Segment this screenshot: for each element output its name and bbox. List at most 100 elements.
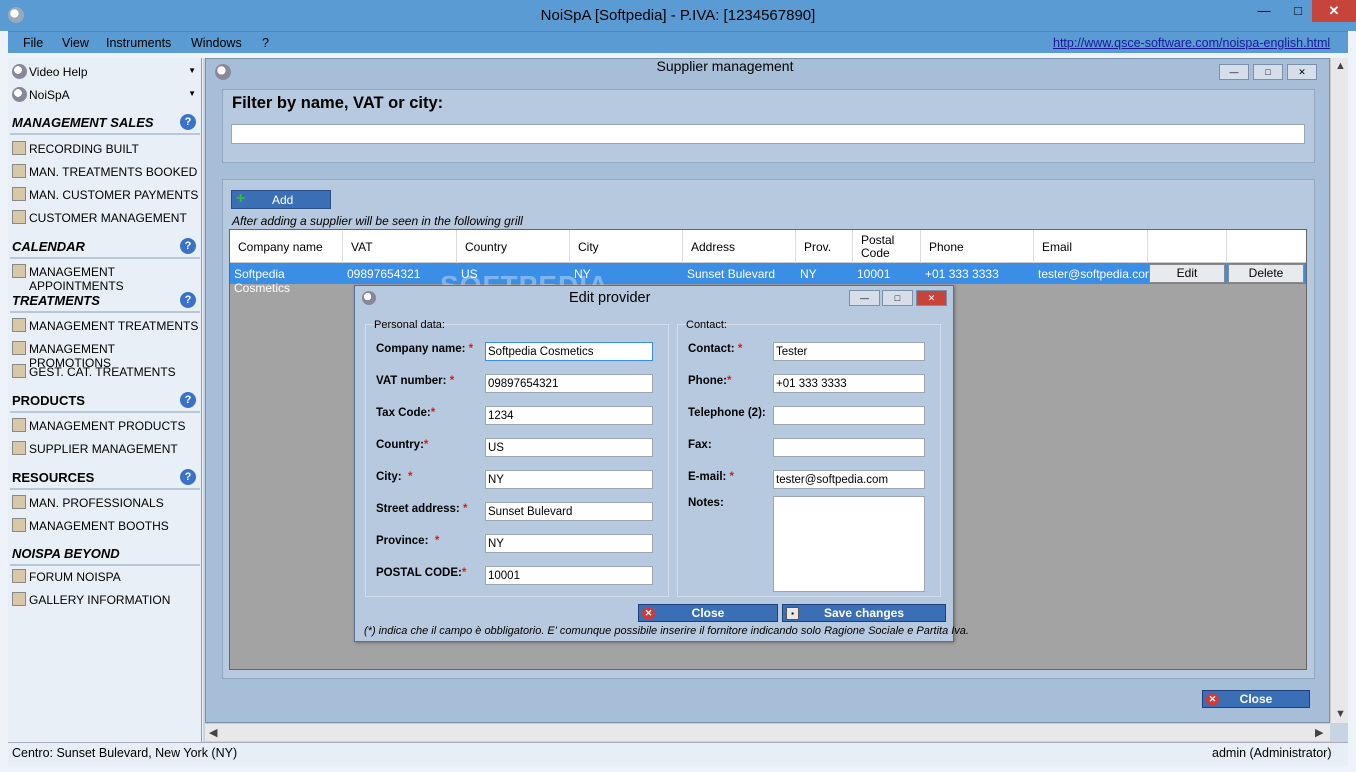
- professional-icon: [12, 495, 26, 509]
- tax-code-field[interactable]: 1234: [485, 406, 653, 425]
- scroll-left-icon[interactable]: ◀: [209, 726, 217, 739]
- scroll-down-icon[interactable]: ▼: [1335, 708, 1346, 720]
- status-user: admin (Administrator): [1212, 746, 1332, 760]
- city-label: City: *: [376, 471, 413, 483]
- sidebar-item-management-treatments[interactable]: MANAGEMENT TREATMENTS: [12, 316, 200, 336]
- vertical-scrollbar[interactable]: ▲ ▼: [1330, 58, 1348, 723]
- telephone2-field[interactable]: [773, 406, 925, 425]
- col-city[interactable]: City: [570, 230, 683, 263]
- section-treatments: TREATMENTS ?: [10, 289, 200, 313]
- col-province[interactable]: Prov.: [796, 230, 853, 263]
- video-help-dropdown[interactable]: Video Help ▼: [12, 62, 200, 82]
- register-icon: [12, 141, 26, 155]
- company-name-field[interactable]: Softpedia Cosmetics: [485, 342, 653, 361]
- street-address-field[interactable]: Sunset Bulevard: [485, 502, 653, 521]
- cell-postal: 10001: [857, 267, 891, 281]
- phone-label: Phone:*: [688, 375, 732, 387]
- col-country[interactable]: Country: [457, 230, 570, 263]
- col-email[interactable]: Email: [1034, 230, 1148, 263]
- scroll-right-icon[interactable]: ▶: [1315, 726, 1323, 739]
- section-products: PRODUCTS ?: [10, 389, 200, 413]
- sidebar-item-management-promotions[interactable]: MANAGEMENT PROMOTIONS: [12, 339, 200, 370]
- menu-view[interactable]: View: [62, 36, 89, 50]
- sidebar-item-management-products[interactable]: MANAGEMENT PRODUCTS: [12, 416, 200, 436]
- child-close-button[interactable]: ✕: [1287, 64, 1317, 80]
- sidebar-item-management-booths[interactable]: MANAGEMENT BOOTHS: [12, 516, 200, 536]
- sidebar-item-professionals[interactable]: MAN. PROFESSIONALS: [12, 493, 200, 513]
- notes-textarea[interactable]: [773, 496, 925, 592]
- menu-file[interactable]: File: [23, 36, 43, 50]
- child-minimize-button[interactable]: —: [1219, 64, 1249, 80]
- contact-title: Contact:: [686, 319, 727, 331]
- country-field[interactable]: US: [485, 438, 653, 457]
- menu-instruments[interactable]: Instruments: [106, 36, 171, 50]
- menu-help[interactable]: ?: [262, 36, 269, 50]
- personal-data-title: Personal data:: [374, 319, 445, 331]
- menu-windows[interactable]: Windows: [191, 36, 242, 50]
- maximize-button[interactable]: □: [1284, 0, 1312, 22]
- add-supplier-button[interactable]: + Add: [231, 190, 331, 209]
- megaphone-icon: [12, 341, 26, 355]
- vat-number-label: VAT number: *: [376, 375, 455, 387]
- dialog-close-action-button[interactable]: ✕ Close: [638, 604, 778, 622]
- filter-input[interactable]: [231, 124, 1305, 144]
- scroll-up-icon[interactable]: ▲: [1335, 60, 1346, 72]
- help-icon[interactable]: ?: [180, 292, 196, 308]
- minimize-button[interactable]: —: [1244, 0, 1284, 22]
- money-bag-icon: [12, 187, 26, 201]
- vat-number-field[interactable]: 09897654321: [485, 374, 653, 393]
- sidebar-item-treatments-booked[interactable]: MAN. TREATMENTS BOOKED: [12, 162, 200, 182]
- dialog-title: Edit provider: [569, 290, 651, 306]
- contact-label: Contact: *: [688, 343, 743, 355]
- heart-icon: [12, 569, 26, 583]
- sidebar-item-forum-noispa[interactable]: FORUM NOISPA: [12, 567, 200, 587]
- sidebar-item-management-appointments[interactable]: MANAGEMENT APPOINTMENTS: [12, 262, 200, 293]
- dialog-close-button[interactable]: ✕: [916, 290, 947, 306]
- plus-icon: +: [236, 190, 246, 207]
- sidebar-item-customer-management[interactable]: CUSTOMER MANAGEMENT: [12, 208, 200, 228]
- postal-code-field[interactable]: 10001: [485, 566, 653, 585]
- cell-province: NY: [800, 267, 817, 281]
- child-titlebar: Supplier management — □ ✕: [205, 58, 1330, 86]
- help-icon[interactable]: ?: [180, 238, 196, 254]
- supplier-icon: [12, 441, 26, 455]
- sidebar-item-gallery-information[interactable]: GALLERY INFORMATION: [12, 590, 200, 610]
- dialog-maximize-button[interactable]: □: [882, 290, 913, 306]
- edit-button[interactable]: Edit: [1149, 264, 1225, 283]
- horizontal-scrollbar[interactable]: ◀ ▶: [205, 723, 1330, 741]
- province-field[interactable]: NY: [485, 534, 653, 553]
- noispa-icon: [12, 87, 27, 102]
- col-address[interactable]: Address: [683, 230, 796, 263]
- user-icon: [12, 210, 26, 224]
- email-field[interactable]: tester@softpedia.com: [773, 470, 925, 489]
- col-company-name[interactable]: Company name: [230, 230, 343, 263]
- noispa-dropdown[interactable]: NoiSpA ▼: [12, 85, 200, 105]
- help-icon[interactable]: ?: [180, 114, 196, 130]
- street-address-label: Street address: *: [376, 503, 468, 515]
- child-maximize-button[interactable]: □: [1253, 64, 1283, 80]
- cell-email: tester@softpedia.com: [1038, 267, 1155, 281]
- col-phone[interactable]: Phone: [921, 230, 1034, 263]
- dialog-minimize-button[interactable]: —: [849, 290, 880, 306]
- close-supplier-window-button[interactable]: ✕ Close: [1202, 690, 1310, 708]
- section-calendar: CALENDAR ?: [10, 235, 200, 259]
- sidebar-item-supplier-management[interactable]: SUPPLIER MANAGEMENT: [12, 439, 200, 459]
- fax-field[interactable]: [773, 438, 925, 457]
- help-icon[interactable]: ?: [180, 392, 196, 408]
- sidebar-item-recording-built[interactable]: RECORDING BUILT: [12, 139, 200, 159]
- city-field[interactable]: NY: [485, 470, 653, 489]
- website-link[interactable]: http://www.qsce-software.com/noispa-engl…: [1053, 36, 1330, 50]
- close-window-button[interactable]: ✕: [1312, 0, 1356, 22]
- phone-field[interactable]: +01 333 3333: [773, 374, 925, 393]
- help-icon[interactable]: ?: [180, 469, 196, 485]
- table-row[interactable]: Softpedia Cosmetics 09897654321 US NY Su…: [230, 263, 1306, 295]
- contact-field[interactable]: Tester: [773, 342, 925, 361]
- personal-data-group: [365, 324, 669, 597]
- fax-label: Fax:: [688, 439, 712, 451]
- sidebar-item-gest-cat-treatments[interactable]: GEST. CAT. TREATMENTS: [12, 362, 200, 382]
- col-postal-code[interactable]: Postal Code: [853, 230, 921, 263]
- delete-button[interactable]: Delete: [1228, 264, 1304, 283]
- save-changes-button[interactable]: ▪ Save changes: [782, 604, 946, 622]
- sidebar-item-customer-payments[interactable]: MAN. CUSTOMER PAYMENTS: [12, 185, 200, 205]
- col-vat[interactable]: VAT: [343, 230, 457, 263]
